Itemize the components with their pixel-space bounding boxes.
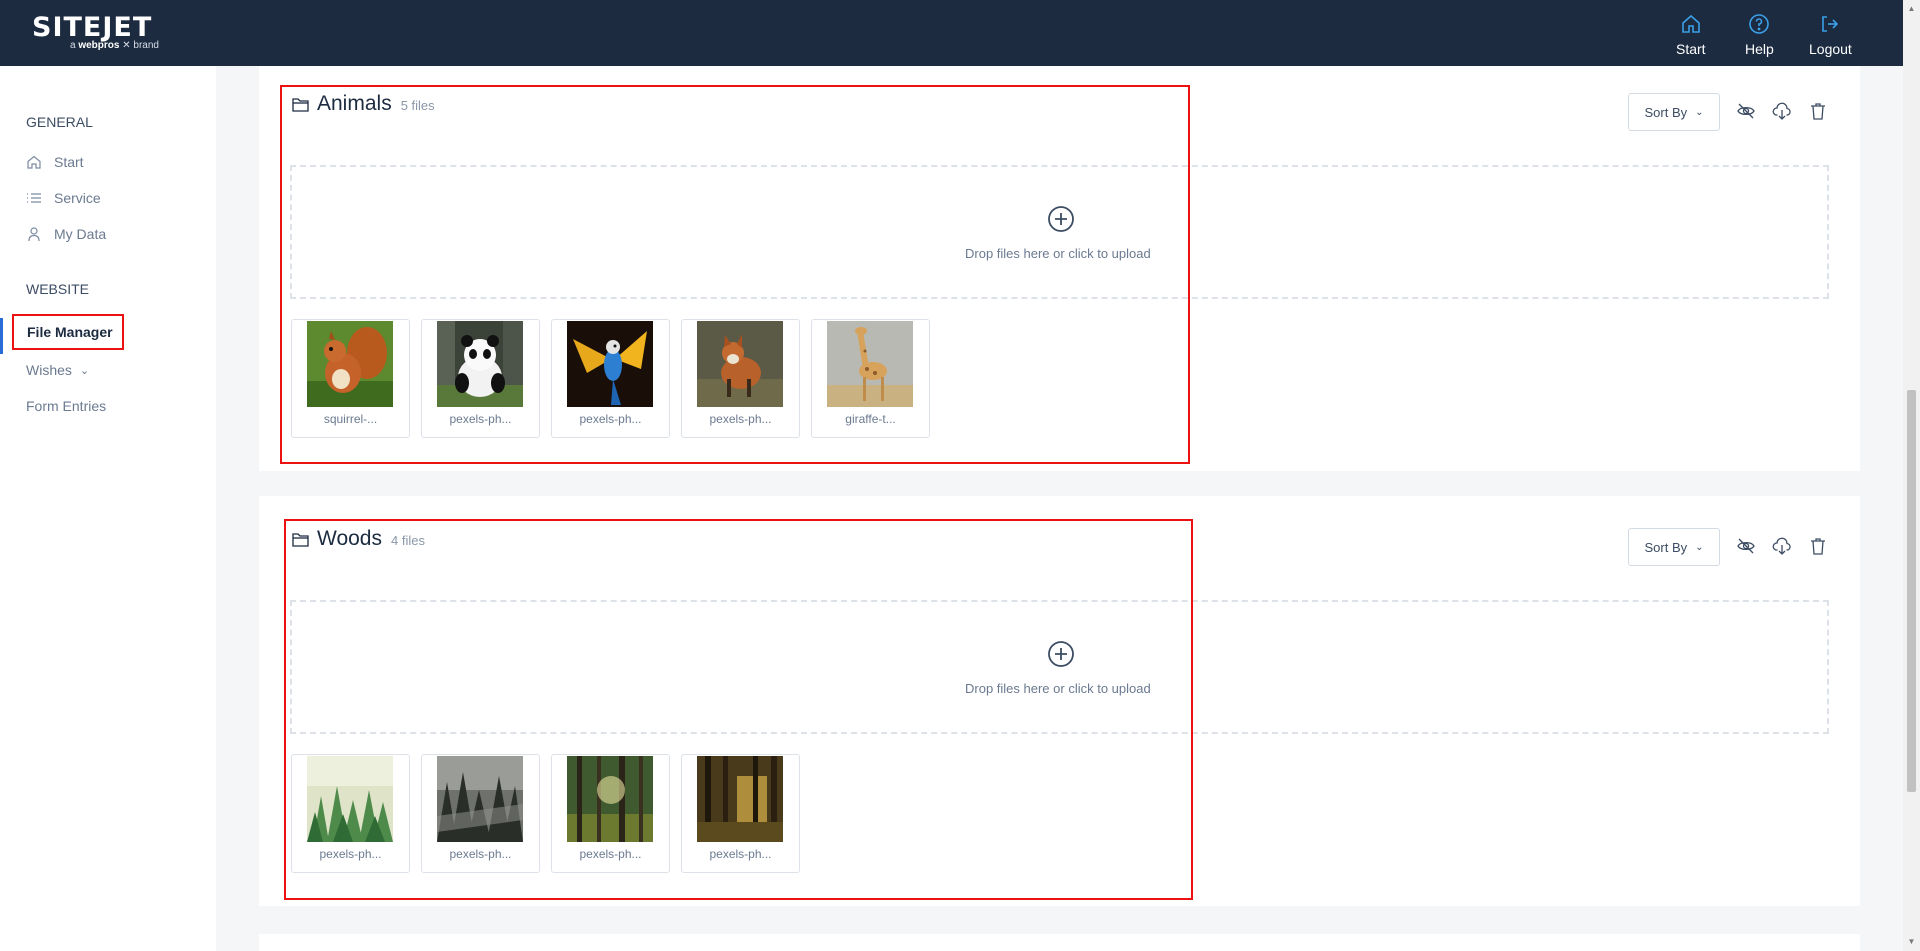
fox-image <box>697 321 783 407</box>
sidebar: GENERAL Start Service My Data WEBSITE Fi… <box>0 66 216 951</box>
sidebar-item-file-manager[interactable]: File Manager <box>12 314 124 350</box>
scrollbar-thumb[interactable] <box>1907 390 1916 792</box>
home-icon <box>1681 14 1700 33</box>
upload-dropzone[interactable]: Drop files here or click to upload <box>290 600 1829 734</box>
file-thumbnail[interactable]: giraffe-t... <box>811 319 930 438</box>
sidebar-item-label: Start <box>54 154 84 170</box>
plus-circle-icon <box>1048 206 1074 232</box>
file-thumbnail[interactable]: pexels-ph... <box>681 319 800 438</box>
sidebar-item-label: Form Entries <box>26 398 107 414</box>
file-caption: pexels-ph... <box>319 847 382 861</box>
logo-wordmark: SITEJET <box>32 12 153 43</box>
logout-icon <box>1822 16 1839 32</box>
folder-icon <box>292 97 309 112</box>
scroll-down-arrow-icon[interactable]: ▼ <box>1907 937 1916 946</box>
sidebar-item-label: File Manager <box>27 324 113 340</box>
plus-circle-icon <box>1048 641 1074 667</box>
sunlit-forest-image <box>567 756 653 842</box>
file-caption: giraffe-t... <box>845 412 896 426</box>
active-item-indicator <box>0 318 3 354</box>
file-thumbnail[interactable]: pexels-ph... <box>551 319 670 438</box>
sidebar-item-wishes[interactable]: Wishes ⌄ <box>26 362 89 378</box>
misty-pines-image <box>307 756 393 842</box>
giraffe-image <box>827 321 913 407</box>
home-icon <box>27 155 41 169</box>
folder-name[interactable]: Animals <box>317 92 392 116</box>
scroll-up-arrow-icon[interactable]: ▲ <box>1907 4 1916 13</box>
sidebar-item-form-entries[interactable]: Form Entries <box>26 398 106 414</box>
eye-slash-icon[interactable] <box>1736 101 1756 121</box>
squirrel-image <box>307 321 393 407</box>
sidebar-item-label: Service <box>54 190 101 206</box>
dropzone-text: Drop files here or click to upload <box>965 246 1151 261</box>
trash-icon[interactable] <box>1808 536 1828 556</box>
file-thumbnail[interactable]: pexels-ph... <box>421 319 540 438</box>
folder-name[interactable]: Woods <box>317 527 382 551</box>
header-logout-button[interactable]: Logout <box>1809 12 1852 57</box>
sidebar-item-service[interactable]: Service <box>26 190 101 206</box>
chevron-down-icon: ⌄ <box>79 364 90 377</box>
sort-by-dropdown[interactable]: Sort By ⌄ <box>1628 528 1720 566</box>
file-thumbnail[interactable]: pexels-ph... <box>291 754 410 873</box>
dropzone-text: Drop files here or click to upload <box>965 681 1151 696</box>
file-caption: pexels-ph... <box>579 847 642 861</box>
user-icon <box>28 227 40 242</box>
file-caption: pexels-ph... <box>709 847 772 861</box>
sidebar-section-website: WEBSITE <box>26 281 90 297</box>
header-start-button[interactable]: Start <box>1676 12 1706 57</box>
file-caption: pexels-ph... <box>449 847 512 861</box>
header-start-label: Start <box>1676 41 1706 57</box>
trash-icon[interactable] <box>1808 101 1828 121</box>
file-thumbnail[interactable]: pexels-ph... <box>681 754 800 873</box>
header-help-label: Help <box>1745 41 1774 57</box>
header-help-button[interactable]: Help <box>1745 12 1774 57</box>
file-caption: pexels-ph... <box>579 412 642 426</box>
sidebar-item-my-data[interactable]: My Data <box>26 226 106 242</box>
sidebar-item-label: Wishes <box>26 362 72 378</box>
folder-file-count: 4 files <box>390 533 425 548</box>
folder-card-next <box>259 934 1860 951</box>
list-icon <box>27 193 41 203</box>
folder-header: Animals 5 files <box>292 92 435 116</box>
chevron-down-icon: ⌄ <box>1695 541 1704 553</box>
page-scrollbar[interactable]: ▲ ▼ <box>1903 0 1920 951</box>
sitejet-logo[interactable]: SITEJET a webpros ✕ brand <box>32 12 159 52</box>
chevron-down-icon: ⌄ <box>1695 106 1704 118</box>
question-circle-icon <box>1749 14 1770 34</box>
file-caption: squirrel-... <box>323 412 378 426</box>
logo-tagline: a webpros ✕ brand <box>70 40 159 51</box>
parrot-image <box>567 321 653 407</box>
sort-by-dropdown[interactable]: Sort By ⌄ <box>1628 93 1720 131</box>
file-thumbnail[interactable]: squirrel-... <box>291 319 410 438</box>
header-logout-label: Logout <box>1809 41 1852 57</box>
folder-header: Woods 4 files <box>292 527 425 551</box>
sidebar-item-start[interactable]: Start <box>26 154 84 170</box>
golden-forest-image <box>697 756 783 842</box>
sort-by-label: Sort By <box>1644 104 1688 120</box>
foggy-forest-image <box>437 756 523 842</box>
folder-icon <box>292 532 309 547</box>
panda-image <box>437 321 523 407</box>
cloud-download-icon[interactable] <box>1772 536 1792 556</box>
upload-dropzone[interactable]: Drop files here or click to upload <box>290 165 1829 299</box>
file-thumbnail[interactable]: pexels-ph... <box>551 754 670 873</box>
sidebar-section-general: GENERAL <box>26 114 93 130</box>
cloud-download-icon[interactable] <box>1772 101 1792 121</box>
folder-file-count: 5 files <box>400 98 435 113</box>
top-header: SITEJET a webpros ✕ brand Start Help Log… <box>0 0 1903 66</box>
file-caption: pexels-ph... <box>709 412 772 426</box>
file-caption: pexels-ph... <box>449 412 512 426</box>
sidebar-item-label: My Data <box>54 226 107 242</box>
sort-by-label: Sort By <box>1644 539 1688 555</box>
eye-slash-icon[interactable] <box>1736 536 1756 556</box>
file-thumbnail[interactable]: pexels-ph... <box>421 754 540 873</box>
